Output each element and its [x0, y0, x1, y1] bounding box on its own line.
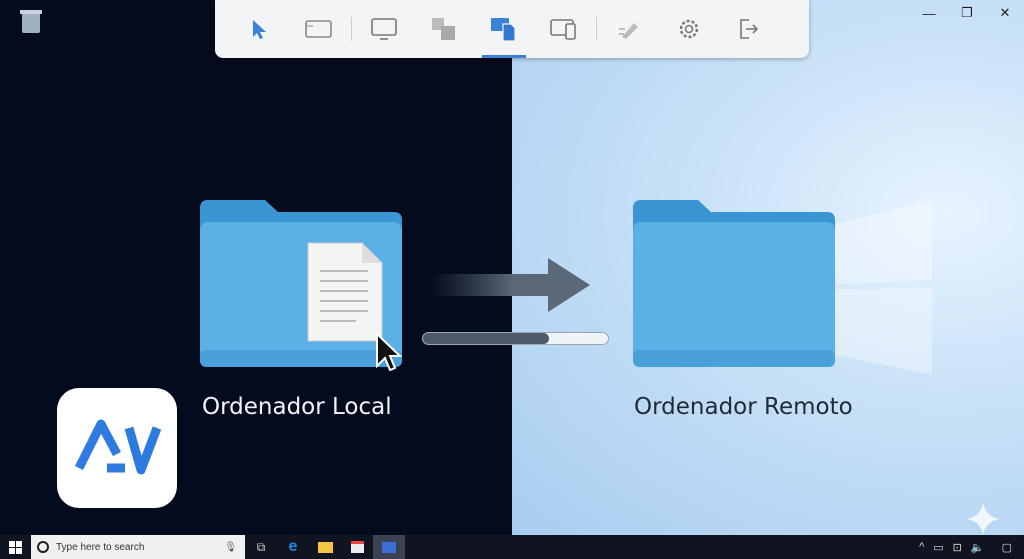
- window-button[interactable]: [289, 0, 349, 58]
- mouse-cursor-icon: [376, 332, 402, 372]
- transfer-progress-bar: [422, 332, 609, 345]
- progress-fill: [423, 333, 549, 344]
- recycle-bin-icon[interactable]: [18, 7, 44, 35]
- tools-button[interactable]: [599, 0, 659, 58]
- cortana-icon: [37, 541, 49, 553]
- pointer-button[interactable]: [229, 0, 289, 58]
- notifications-icon[interactable]: ▢: [1002, 541, 1012, 554]
- restore-icon[interactable]: ❐: [948, 0, 986, 26]
- settings-icon: [679, 19, 699, 39]
- volume-icon[interactable]: 🔈: [971, 541, 985, 554]
- transfer-arrow-icon: [430, 258, 590, 312]
- file-transfer-icon: [491, 18, 516, 42]
- settings-button[interactable]: [659, 0, 719, 58]
- file-explorer-icon[interactable]: [309, 535, 341, 559]
- switch-screens-icon: [432, 18, 455, 40]
- anydesk-logo-icon: [74, 419, 162, 475]
- monitor-icon: [371, 18, 397, 40]
- switch-screens-button[interactable]: [414, 0, 474, 58]
- edge-icon[interactable]: e: [277, 535, 309, 559]
- file-transfer-button[interactable]: [474, 0, 534, 58]
- remote-desktop-app-icon[interactable]: [373, 535, 405, 559]
- show-hidden-icons-icon[interactable]: ^: [919, 541, 924, 553]
- battery-icon[interactable]: ▭: [933, 541, 943, 554]
- toolbar-divider: [351, 17, 352, 41]
- task-view-icon[interactable]: ⧉: [245, 535, 277, 559]
- close-icon[interactable]: ✕: [986, 0, 1024, 26]
- app-logo: [57, 388, 177, 508]
- taskbar: Type here to search 🎙 ⧉ e ^ ▭ ⊡ 🔈 ▢: [0, 535, 1024, 559]
- remote-folder-icon: [633, 200, 835, 367]
- window-icon: [305, 20, 332, 38]
- windows-start-icon[interactable]: [9, 541, 22, 554]
- monitor-button[interactable]: [354, 0, 414, 58]
- toolbar-divider: [596, 17, 597, 41]
- store-icon[interactable]: [341, 535, 373, 559]
- minimize-icon[interactable]: —: [910, 0, 948, 26]
- window-controls: — ❐ ✕: [910, 0, 1024, 26]
- document-icon: [307, 242, 383, 342]
- remote-label: Ordenador Remoto: [634, 394, 853, 420]
- devices-button[interactable]: [534, 0, 594, 58]
- exit-icon: [740, 19, 759, 39]
- network-icon[interactable]: ⊡: [953, 541, 962, 554]
- taskbar-search-box[interactable]: Type here to search 🎙: [31, 535, 245, 559]
- remote-toolbar: [215, 0, 809, 58]
- sparkle-watermark-icon: [966, 502, 1000, 536]
- pointer-icon: [253, 20, 266, 39]
- exit-button[interactable]: [719, 0, 779, 58]
- devices-icon: [550, 19, 576, 40]
- local-label: Ordenador Local: [202, 394, 392, 420]
- microphone-icon[interactable]: 🎙: [224, 542, 237, 553]
- search-placeholder: Type here to search: [56, 541, 145, 553]
- tools-icon: [619, 23, 638, 39]
